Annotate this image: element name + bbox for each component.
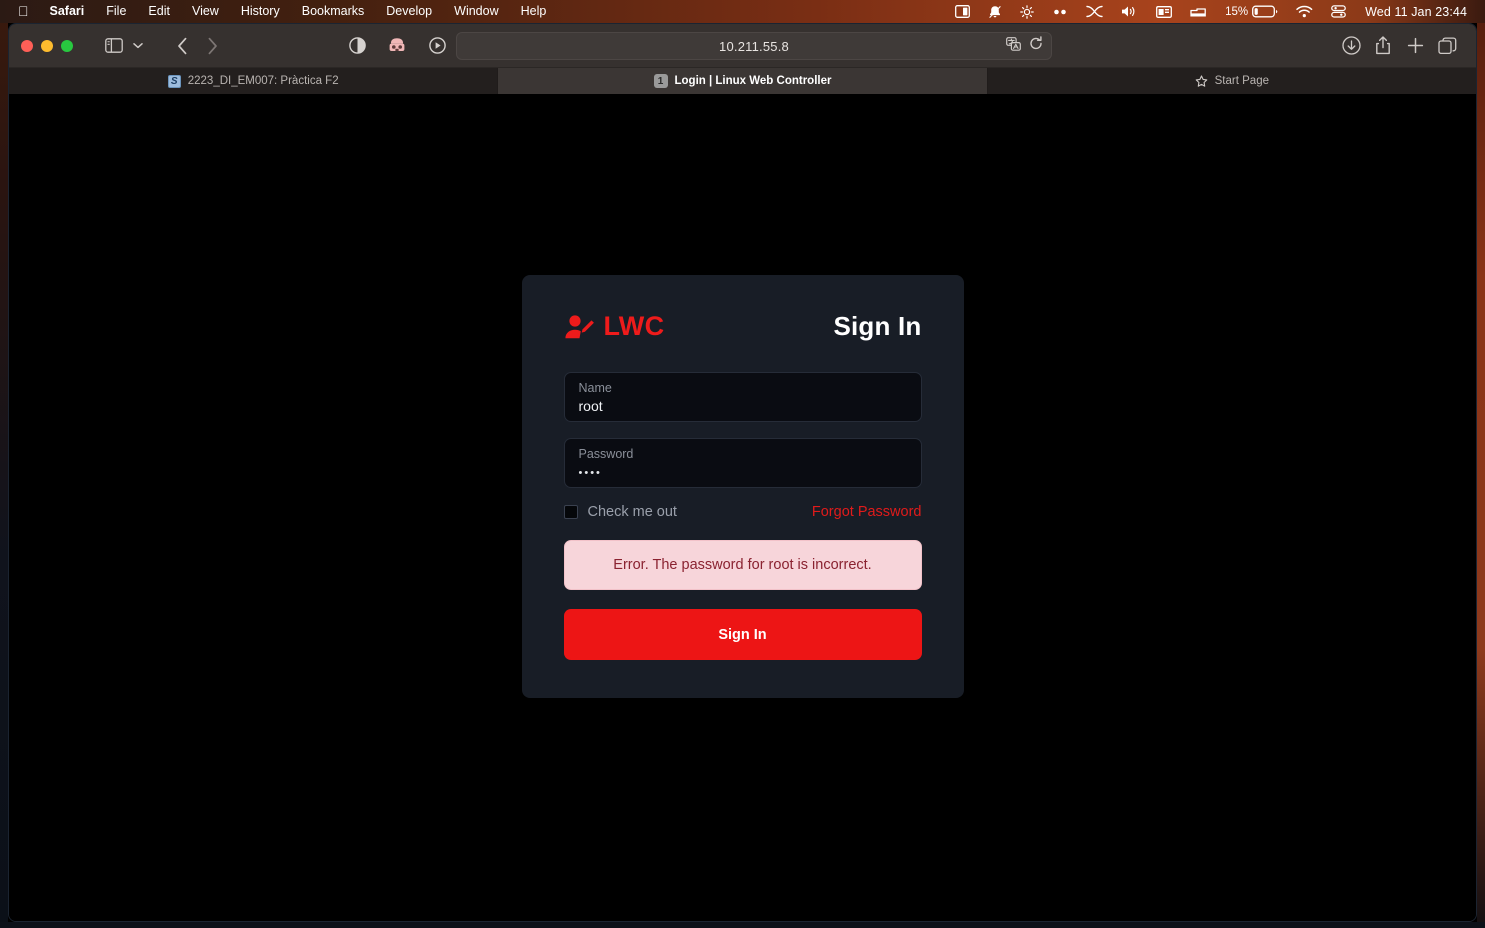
control-center-icon[interactable] (1322, 0, 1355, 23)
numbered-favicon-1: 1 (653, 74, 668, 88)
menu-item-develop[interactable]: Develop (375, 0, 443, 23)
menu-item-help[interactable]: Help (510, 0, 558, 23)
battery-percent-label: 15% (1225, 5, 1249, 18)
tab-label: 2223_DI_EM007: Pràctica F2 (187, 75, 339, 87)
remember-me-checkbox[interactable] (563, 505, 578, 519)
error-alert-text: Error. The password for root is incorrec… (613, 557, 872, 573)
web-page-content: LWC Sign In Name root Password •••• Chec… (9, 94, 1476, 921)
close-window-button[interactable] (21, 39, 33, 52)
safari-toolbar: 10.211.55.8 (9, 24, 1476, 68)
menu-item-view[interactable]: View (181, 0, 230, 23)
menu-item-file[interactable]: File (95, 0, 137, 23)
desktop-right-edge (1477, 0, 1485, 928)
menu-bar-status-items: 15% Wed 11 Jan 23:44 (946, 0, 1485, 23)
dots-icon[interactable] (1043, 0, 1077, 23)
login-card: LWC Sign In Name root Password •••• Chec… (521, 275, 964, 698)
sidebar-icon[interactable] (99, 32, 129, 60)
tab-label: Start Page (1214, 75, 1269, 87)
bed-icon[interactable] (1181, 0, 1216, 23)
shortcuts-icon[interactable] (1077, 0, 1112, 23)
screen:  Safari File Edit View History Bookmark… (0, 0, 1485, 928)
address-bar-actions (1006, 33, 1043, 59)
minimize-window-button[interactable] (41, 39, 53, 52)
remember-me-label: Check me out (587, 504, 677, 520)
menu-item-safari[interactable]: Safari (39, 0, 96, 23)
forgot-password-link[interactable]: Forgot Password (812, 504, 922, 520)
address-bar[interactable]: 10.211.55.8 (456, 32, 1052, 60)
play-circle-icon[interactable] (422, 32, 452, 60)
user-edit-icon (564, 314, 595, 340)
password-input[interactable]: •••• (579, 462, 907, 484)
notification-bell-icon[interactable] (979, 0, 1011, 23)
toolbar-right-actions (1336, 32, 1476, 60)
tab-start-page[interactable]: Start Page (987, 68, 1476, 94)
tab-label: Login | Linux Web Controller (674, 75, 832, 87)
tab-login-linux-web-controller[interactable]: 1 Login | Linux Web Controller (498, 68, 988, 94)
brightness-icon[interactable] (1011, 0, 1043, 23)
name-field[interactable]: Name root (563, 372, 922, 422)
display-icon[interactable] (1147, 0, 1181, 23)
password-field-label: Password (578, 447, 634, 461)
remember-me-wrapper[interactable]: Check me out (563, 504, 677, 520)
error-alert: Error. The password for root is incorrec… (563, 540, 922, 590)
page-title: Sign In (833, 311, 922, 341)
macos-menu-bar:  Safari File Edit View History Bookmark… (0, 0, 1485, 23)
menu-item-edit[interactable]: Edit (137, 0, 181, 23)
window-traffic-lights (9, 39, 73, 52)
reload-icon[interactable] (1029, 36, 1043, 56)
star-icon (1195, 74, 1208, 88)
wifi-icon[interactable] (1287, 0, 1322, 23)
name-field-label: Name (578, 381, 612, 395)
back-chevron-icon[interactable] (167, 32, 197, 60)
sign-in-button[interactable]: Sign In (563, 609, 922, 660)
battery-status[interactable]: 15% (1216, 0, 1287, 23)
plus-icon[interactable] (1400, 32, 1430, 60)
download-icon[interactable] (1336, 32, 1366, 60)
menu-item-window[interactable]: Window (443, 0, 509, 23)
reader-contrast-icon[interactable] (342, 32, 372, 60)
apple-menu-icon[interactable]:  (14, 0, 39, 23)
brand: LWC (564, 311, 665, 342)
navigation-controls (167, 32, 227, 60)
tab-moodle-practica[interactable]: S 2223_DI_EM007: Pràctica F2 (9, 68, 499, 94)
menu-item-bookmarks[interactable]: Bookmarks (291, 0, 376, 23)
share-icon[interactable] (1368, 32, 1398, 60)
brand-label: LWC (603, 311, 665, 341)
tab-bar: S 2223_DI_EM007: Pràctica F2 1 Login | L… (9, 68, 1476, 94)
menu-item-history[interactable]: History (230, 0, 291, 23)
volume-icon[interactable] (1112, 0, 1147, 23)
menu-bar-clock[interactable]: Wed 11 Jan 23:44 (1355, 5, 1471, 19)
maximize-window-button[interactable] (61, 39, 73, 52)
login-options-row: Check me out Forgot Password (563, 504, 922, 520)
extension-icon[interactable] (382, 32, 412, 60)
name-input[interactable]: root (579, 396, 907, 416)
screen-mirroring-icon[interactable] (946, 0, 979, 23)
translate-icon[interactable] (1006, 36, 1021, 56)
chevron-down-icon[interactable] (129, 32, 147, 60)
tab-overview-icon[interactable] (1432, 32, 1462, 60)
desktop-bottom-edge (0, 922, 1485, 928)
desktop-left-edge (0, 0, 8, 928)
safari-window: 10.211.55.8 S 2223_DI_EM007: Pràctica F2… (8, 23, 1477, 922)
menu-bar-items:  Safari File Edit View History Bookmark… (0, 0, 557, 23)
forward-chevron-icon[interactable] (197, 32, 227, 60)
sidebar-controls (99, 32, 147, 60)
login-card-header: LWC Sign In (564, 311, 922, 342)
url-text: 10.211.55.8 (719, 38, 789, 54)
moodle-s-icon: S (167, 74, 181, 88)
password-field[interactable]: Password •••• (563, 438, 922, 488)
